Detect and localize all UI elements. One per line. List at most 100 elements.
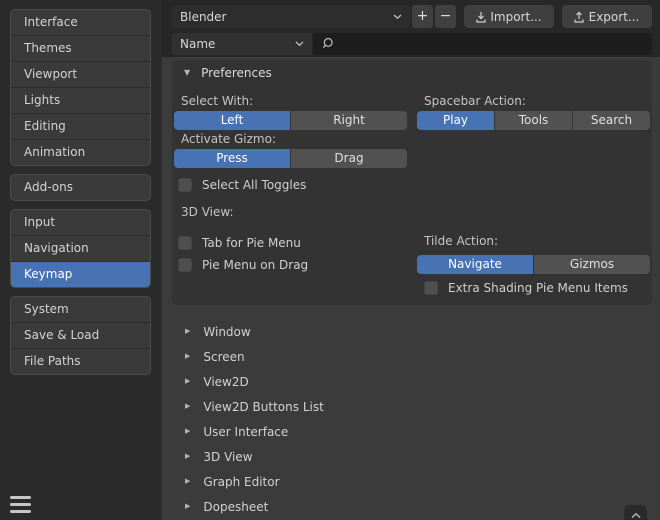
export-button[interactable]: Export... bbox=[562, 5, 652, 28]
keymap-search-input[interactable] bbox=[313, 33, 652, 55]
sidebar-item-viewport[interactable]: Viewport bbox=[11, 61, 150, 87]
sidebar-item-editing[interactable]: Editing bbox=[11, 113, 150, 139]
view3d-label: 3D View: bbox=[174, 205, 407, 220]
sidebar-group-addons: Add-ons bbox=[10, 174, 151, 201]
preferences-panel-header[interactable]: ▼ Preferences bbox=[174, 60, 650, 86]
section-3d-view[interactable]: ▶ 3D View bbox=[172, 444, 652, 469]
extra-shading-checkbox[interactable] bbox=[424, 281, 438, 295]
triangle-right-icon: ▶ bbox=[185, 403, 190, 410]
select-all-toggles-label: Select All Toggles bbox=[202, 178, 306, 192]
section-screen[interactable]: ▶ Screen bbox=[172, 344, 652, 369]
sidebar-item-lights[interactable]: Lights bbox=[11, 87, 150, 113]
preferences-sidebar: Interface Themes Viewport Lights Editing… bbox=[0, 0, 162, 520]
select-with-segment: Left Right bbox=[174, 111, 407, 130]
section-label: Screen bbox=[203, 350, 244, 364]
chevron-down-icon bbox=[295, 41, 304, 47]
add-preset-button[interactable]: + bbox=[412, 5, 433, 28]
keymap-main-region: Blender + − Import... bbox=[162, 0, 660, 520]
select-with-label: Select With: bbox=[174, 94, 407, 109]
export-button-label: Export... bbox=[586, 10, 642, 24]
extra-shading-row: Extra Shading Pie Menu Items bbox=[417, 279, 650, 296]
keymap-search-row: Name bbox=[172, 33, 652, 55]
activate-gizmo-label: Activate Gizmo: bbox=[174, 132, 407, 147]
select-with-left-option[interactable]: Left bbox=[174, 111, 290, 130]
keymap-sections-list: ▶ Window ▶ Screen ▶ View2D ▶ View2D Butt… bbox=[172, 319, 652, 520]
tab-for-pie-menu-label: Tab for Pie Menu bbox=[202, 236, 301, 250]
section-label: 3D View bbox=[203, 450, 252, 464]
section-label: View2D bbox=[203, 375, 248, 389]
section-label: Graph Editor bbox=[203, 475, 279, 489]
section-view2d-buttons-list[interactable]: ▶ View2D Buttons List bbox=[172, 394, 652, 419]
keymap-header: Blender + − Import... bbox=[162, 0, 660, 57]
import-button[interactable]: Import... bbox=[464, 5, 554, 28]
sidebar-item-keymap[interactable]: Keymap bbox=[11, 261, 150, 287]
preferences-grid: Select With: Spacebar Action: Left Right… bbox=[174, 86, 650, 296]
pie-menu-on-drag-label: Pie Menu on Drag bbox=[202, 258, 308, 272]
extra-shading-label: Extra Shading Pie Menu Items bbox=[448, 281, 628, 295]
sidebar-item-animation[interactable]: Animation bbox=[11, 139, 150, 165]
spacebar-play-option[interactable]: Play bbox=[417, 111, 494, 130]
scroll-indicator[interactable] bbox=[624, 505, 647, 520]
sidebar-item-themes[interactable]: Themes bbox=[11, 35, 150, 61]
section-label: View2D Buttons List bbox=[203, 400, 323, 414]
preferences-panel: ▼ Preferences Select With: Spacebar Acti… bbox=[172, 60, 652, 305]
select-all-toggles-checkbox[interactable] bbox=[178, 178, 192, 192]
select-all-toggles-row: Select All Toggles bbox=[174, 176, 407, 193]
tilde-navigate-option[interactable]: Navigate bbox=[417, 255, 533, 274]
triangle-down-icon: ▼ bbox=[184, 69, 190, 77]
section-view2d[interactable]: ▶ View2D bbox=[172, 369, 652, 394]
preferences-panel-title: Preferences bbox=[201, 66, 272, 80]
keymap-content: ▼ Preferences Select With: Spacebar Acti… bbox=[162, 57, 660, 520]
hamburger-icon[interactable] bbox=[10, 496, 31, 513]
sidebar-item-system[interactable]: System bbox=[11, 297, 150, 322]
section-graph-editor[interactable]: ▶ Graph Editor bbox=[172, 469, 652, 494]
spacebar-tools-option[interactable]: Tools bbox=[495, 111, 572, 130]
tilde-gizmos-option[interactable]: Gizmos bbox=[534, 255, 650, 274]
search-filter-value: Name bbox=[180, 37, 215, 51]
sidebar-item-file-paths[interactable]: File Paths bbox=[11, 348, 150, 374]
section-label: User Interface bbox=[203, 425, 288, 439]
sidebar-item-addons[interactable]: Add-ons bbox=[11, 175, 150, 200]
gizmo-press-option[interactable]: Press bbox=[174, 149, 290, 168]
import-button-label: Import... bbox=[488, 10, 544, 24]
keymap-preset-dropdown[interactable]: Blender bbox=[172, 5, 410, 28]
blender-preferences-window: Interface Themes Viewport Lights Editing… bbox=[0, 0, 660, 520]
chevron-up-icon bbox=[630, 511, 642, 520]
triangle-right-icon: ▶ bbox=[185, 453, 190, 460]
chevron-down-icon bbox=[393, 14, 402, 20]
search-icon bbox=[321, 37, 335, 51]
sidebar-item-input[interactable]: Input bbox=[11, 210, 150, 235]
sidebar-item-navigation[interactable]: Navigation bbox=[11, 235, 150, 261]
tab-for-pie-menu-row: Tab for Pie Menu bbox=[174, 234, 407, 251]
remove-preset-button[interactable]: − bbox=[435, 5, 456, 28]
triangle-right-icon: ▶ bbox=[185, 378, 190, 385]
export-icon bbox=[572, 10, 586, 24]
sidebar-group-general: Interface Themes Viewport Lights Editing… bbox=[10, 9, 151, 166]
pie-menu-on-drag-checkbox[interactable] bbox=[178, 258, 192, 272]
sidebar-group-system: System Save & Load File Paths bbox=[10, 296, 151, 375]
triangle-right-icon: ▶ bbox=[185, 353, 190, 360]
section-dopesheet[interactable]: ▶ Dopesheet bbox=[172, 494, 652, 519]
search-filter-dropdown[interactable]: Name bbox=[172, 33, 312, 55]
section-window[interactable]: ▶ Window bbox=[172, 319, 652, 344]
spacebar-search-option[interactable]: Search bbox=[573, 111, 650, 130]
import-icon bbox=[474, 10, 488, 24]
section-user-interface[interactable]: ▶ User Interface bbox=[172, 419, 652, 444]
keymap-preset-row: Blender + − Import... bbox=[172, 5, 652, 28]
tilde-action-segment: Navigate Gizmos bbox=[417, 255, 650, 274]
triangle-right-icon: ▶ bbox=[185, 328, 190, 335]
triangle-right-icon: ▶ bbox=[185, 478, 190, 485]
select-with-right-option[interactable]: Right bbox=[291, 111, 407, 130]
spacebar-action-label: Spacebar Action: bbox=[417, 94, 650, 109]
section-label: Window bbox=[203, 325, 250, 339]
sidebar-group-input: Input Navigation Keymap bbox=[10, 209, 151, 288]
sidebar-item-save-load[interactable]: Save & Load bbox=[11, 322, 150, 348]
keymap-preset-value: Blender bbox=[180, 10, 227, 24]
tilde-action-label: Tilde Action: bbox=[417, 234, 650, 249]
tab-for-pie-menu-checkbox[interactable] bbox=[178, 236, 192, 250]
gizmo-drag-option[interactable]: Drag bbox=[291, 149, 407, 168]
sidebar-item-interface[interactable]: Interface bbox=[11, 10, 150, 35]
triangle-right-icon: ▶ bbox=[185, 428, 190, 435]
spacebar-action-segment: Play Tools Search bbox=[417, 111, 650, 130]
section-label: Dopesheet bbox=[203, 500, 268, 514]
